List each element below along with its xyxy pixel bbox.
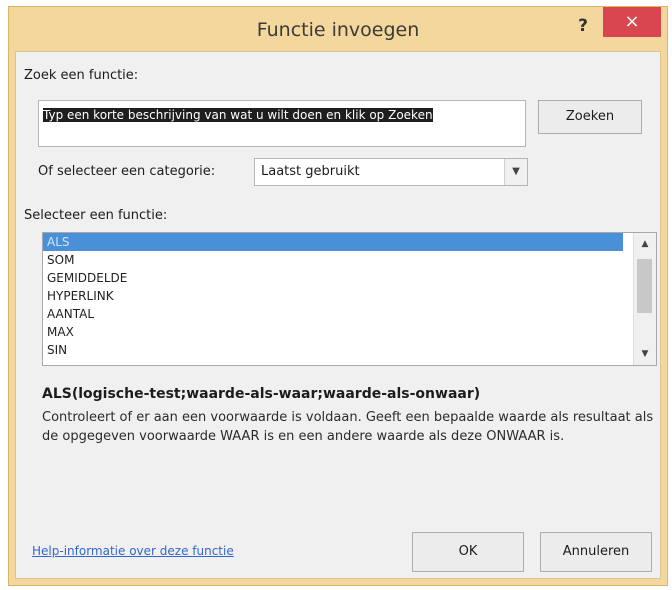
- function-list[interactable]: ALS SOM GEMIDDELDE HYPERLINK AANTAL MAX SIN ▲ …: [42, 232, 657, 366]
- title-bar[interactable]: Functie invoegen ? ×: [9, 7, 667, 53]
- function-list-item[interactable]: SOM: [43, 251, 623, 269]
- function-list-item[interactable]: AANTAL: [43, 305, 623, 323]
- cancel-button[interactable]: Annuleren: [540, 532, 652, 572]
- ok-button[interactable]: OK: [412, 532, 524, 572]
- search-input-text: Typ een korte beschrijving van wat u wil…: [43, 108, 433, 122]
- function-signature: ALS(logische-test;waarde-als-waar;waarde…: [42, 386, 481, 402]
- function-list-item[interactable]: HYPERLINK: [43, 287, 623, 305]
- search-label: Zoek een functie:: [24, 68, 139, 83]
- function-list-label: Selecteer een functie:: [24, 208, 168, 223]
- function-list-item[interactable]: MAX: [43, 323, 623, 341]
- function-list-scrollbar[interactable]: ▲ ▼: [633, 233, 656, 365]
- category-select-value: Laatst gebruikt: [261, 164, 360, 179]
- dialog-title: Functie invoegen: [256, 19, 420, 41]
- function-description: Controleert of er aan een voorwaarde is …: [42, 410, 654, 444]
- search-button[interactable]: Zoeken: [538, 100, 642, 134]
- function-list-item[interactable]: GEMIDDELDE: [43, 269, 623, 287]
- dialog-body: Zoek een functie: Typ een korte beschrij…: [15, 51, 661, 579]
- help-button[interactable]: ?: [573, 13, 593, 39]
- scroll-up-icon[interactable]: ▲: [634, 235, 656, 253]
- function-list-item[interactable]: ALS: [43, 233, 623, 251]
- scrollbar-thumb[interactable]: [637, 259, 652, 313]
- help-link[interactable]: Help-informatie over deze functie: [32, 544, 234, 558]
- insert-function-dialog: Functie invoegen ? × Zoek een functie: T…: [8, 6, 668, 586]
- chevron-down-icon[interactable]: ▼: [504, 159, 527, 185]
- function-list-items: ALS SOM GEMIDDELDE HYPERLINK AANTAL MAX SIN: [43, 233, 656, 359]
- close-button[interactable]: ×: [603, 7, 661, 37]
- category-label: Of selecteer een categorie:: [38, 164, 216, 179]
- function-list-item[interactable]: SIN: [43, 341, 623, 359]
- category-select[interactable]: Laatst gebruikt ▼: [254, 158, 528, 186]
- scroll-down-icon[interactable]: ▼: [634, 345, 656, 363]
- search-input[interactable]: Typ een korte beschrijving van wat u wil…: [38, 100, 526, 147]
